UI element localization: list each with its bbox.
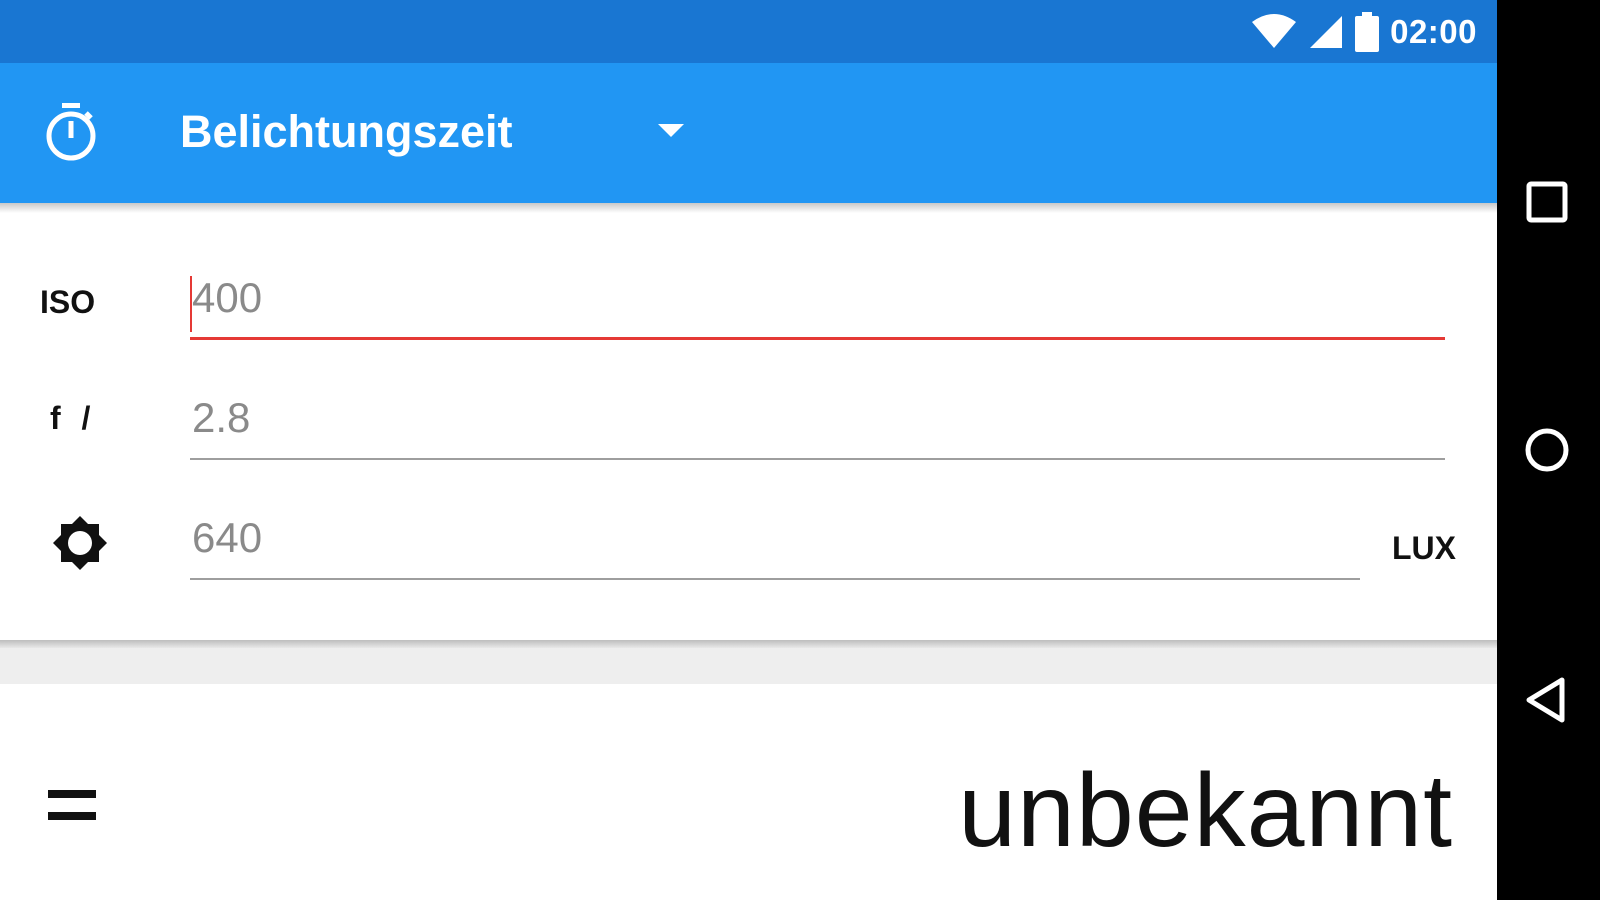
- aperture-label: f /: [50, 400, 97, 436]
- aperture-underline: [190, 458, 1445, 460]
- aperture-input[interactable]: [190, 388, 1447, 448]
- card-shadow: [0, 640, 1497, 648]
- back-icon[interactable]: [1517, 670, 1577, 730]
- result-value: unbekannt: [958, 753, 1453, 869]
- iso-label: ISO: [40, 284, 96, 320]
- equals-icon: [48, 790, 96, 820]
- aperture-field: [190, 388, 1447, 460]
- status-time: 02:00: [1390, 12, 1477, 50]
- mode-selector-value: Belichtungszeit: [180, 106, 513, 157]
- iso-underline: [190, 337, 1445, 340]
- brightness-icon: [53, 516, 107, 570]
- iso-field: [190, 268, 1447, 340]
- dropdown-arrow-icon: [658, 124, 684, 137]
- iso-input[interactable]: [190, 268, 1447, 328]
- wifi-icon: [1252, 13, 1297, 48]
- status-icons: 02:00: [1250, 0, 1477, 63]
- recent-apps-icon[interactable]: [1517, 172, 1577, 232]
- battery-icon: [1355, 11, 1380, 52]
- navigation-bar: [1497, 0, 1600, 900]
- mode-selector-dropdown[interactable]: Belichtungszeit: [180, 101, 700, 163]
- timer-icon: [46, 103, 96, 161]
- app-screen: 02:00 Belichtungszeit ISO f / LUX: [0, 0, 1497, 900]
- app-bar: Belichtungszeit: [0, 63, 1497, 203]
- cell-signal-icon: [1310, 15, 1343, 48]
- card-gap: [0, 648, 1497, 684]
- home-icon[interactable]: [1517, 420, 1577, 480]
- text-cursor: [190, 276, 192, 332]
- app-bar-shadow: [0, 203, 1497, 213]
- brightness-unit: LUX: [1392, 530, 1456, 566]
- brightness-field: [190, 508, 1362, 580]
- brightness-input[interactable]: [190, 508, 1362, 568]
- brightness-underline: [190, 578, 1360, 580]
- status-bar: 02:00: [0, 0, 1497, 63]
